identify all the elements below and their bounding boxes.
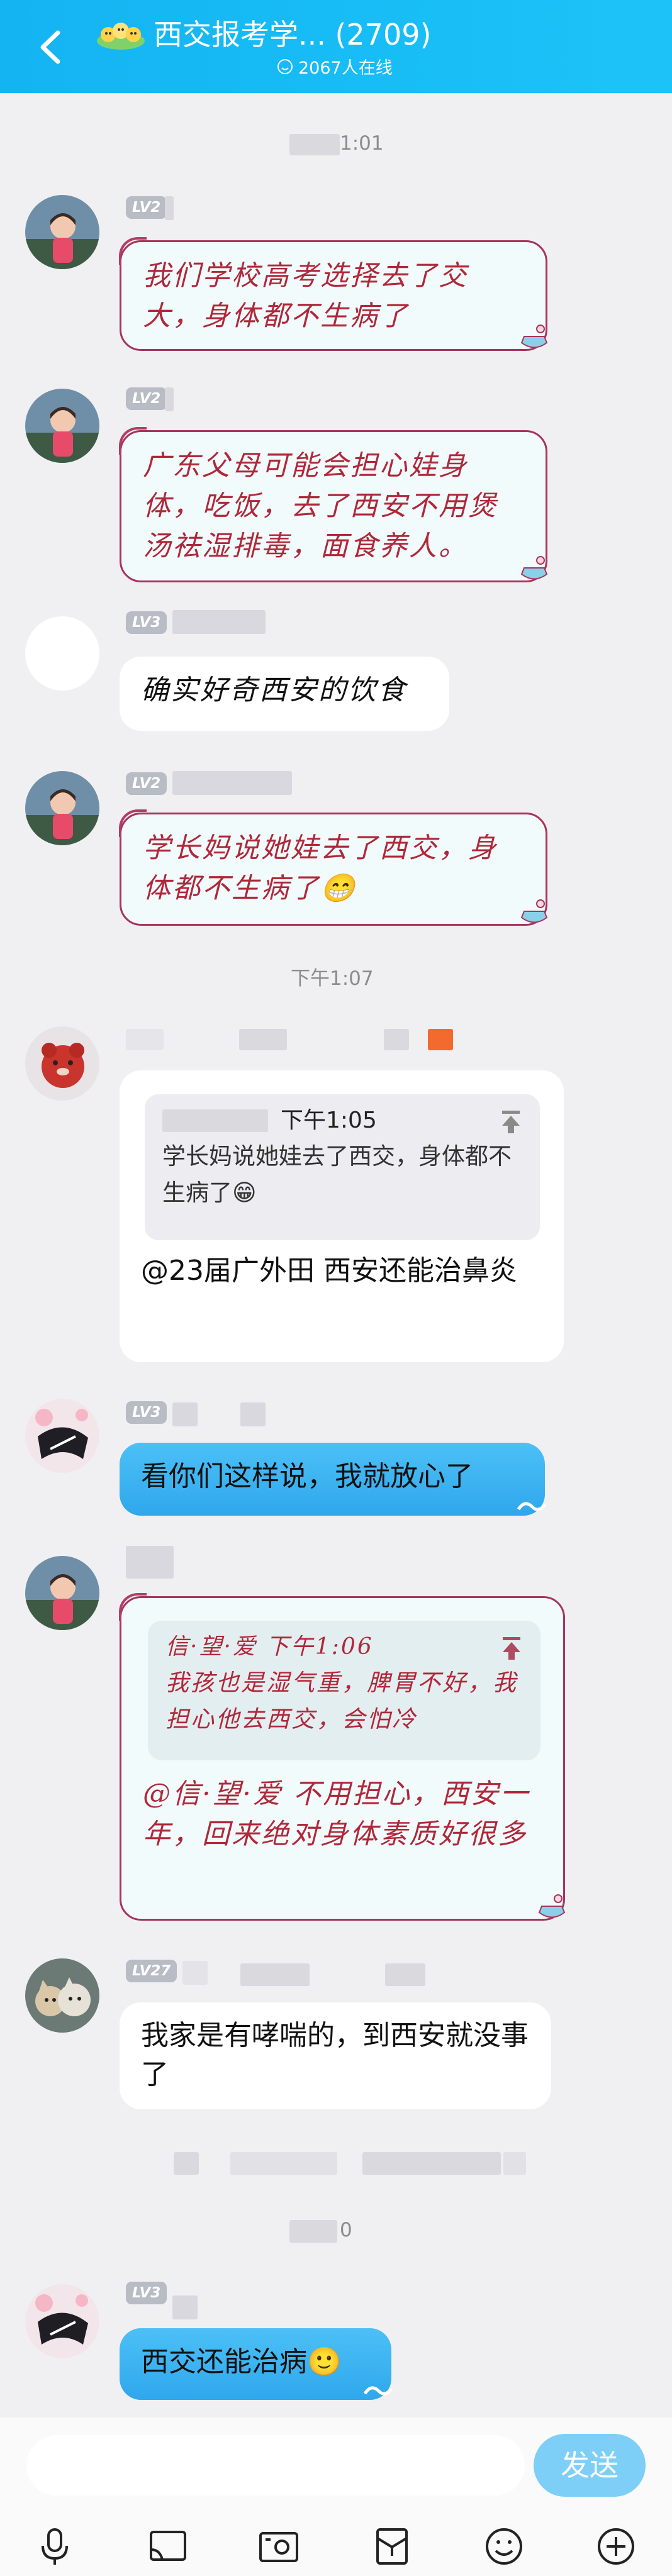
wave-decoration-icon: [517, 1502, 547, 1511]
online-status: 2067人在线: [277, 54, 393, 79]
message-bubble[interactable]: 学长妈说她娃去了西交，身体都不生病了😁: [119, 809, 548, 926]
message-bubble[interactable]: 看你们这样说，我就放心了: [120, 1443, 547, 1516]
avatar[interactable]: [25, 2284, 99, 2358]
group-emoji-icon: [97, 23, 145, 50]
avatar[interactable]: [25, 771, 99, 845]
message-bubble[interactable]: 信·望·爱 下午1:06 我孩也是湿气重，脾胃不好，我担心他去西交，会怕冷 @信…: [119, 1593, 566, 1921]
avatar[interactable]: [25, 1026, 99, 1101]
message-text: 学长妈说她娃去了西交，身体都不生病了😁: [143, 832, 498, 904]
avatar[interactable]: [25, 1556, 99, 1630]
group-title: 西交报考学... (2709): [154, 18, 432, 52]
chat-header: 西交报考学... (2709) 2067人在线: [0, 0, 672, 93]
jump-to-quote-icon[interactable]: [499, 1635, 524, 1662]
avatar-cats-image: [25, 1958, 99, 2033]
bubble-decoration-icon: [520, 899, 548, 923]
send-button[interactable]: 发送: [534, 2434, 646, 2497]
sender-name-blurred: [182, 1961, 208, 1985]
jump-to-quote-icon[interactable]: [498, 1108, 524, 1136]
avatar-girl-image: [25, 389, 99, 463]
message-text: @23届广外田 西安还能治鼻炎: [141, 1255, 517, 1287]
message-text: 西交还能治病🙂: [141, 2346, 342, 2378]
quote-time: 下午1:06: [266, 1634, 374, 1660]
plus-icon[interactable]: [594, 2524, 638, 2568]
level-badge: LV3: [126, 611, 167, 634]
level-badge: LV2: [126, 387, 167, 410]
timestamp: 0: [289, 2219, 352, 2243]
level-badge: LV3: [126, 1401, 167, 1424]
avatar-girl-image: [25, 771, 99, 845]
quote-author-blurred: [162, 1109, 268, 1132]
message-text: 广东父母可能会担心娃身体，吃饭，去了西安不用煲汤祛湿排毒，面食养人。: [143, 450, 498, 562]
level-badge: LV27: [126, 1960, 177, 1982]
quote-author: 信·望·爱: [165, 1634, 257, 1660]
sender-name-blurred: [172, 2296, 198, 2319]
avatar[interactable]: [25, 1399, 99, 1473]
quote-text: 学长妈说她娃去了西交，身体都不生病了😁: [162, 1143, 512, 1206]
message-bubble[interactable]: 确实好奇西安的饮食: [120, 657, 449, 731]
message-text: @信·望·爱 不用担心，西安一年，回来绝对身体素质好很多: [143, 1778, 530, 1850]
photo-icon[interactable]: [257, 2524, 301, 2568]
sender-name-blurred: [172, 771, 292, 795]
emoji-icon[interactable]: [482, 2524, 526, 2568]
screen-icon[interactable]: [146, 2524, 190, 2568]
message-text: 确实好奇西安的饮食: [141, 674, 407, 706]
sender-name-blurred: [165, 387, 174, 411]
sender-name-blurred: [126, 1546, 174, 1579]
online-smile-icon: [277, 58, 293, 74]
quote-time: 下午1:05: [281, 1108, 377, 1133]
quote-text: 我孩也是湿气重，脾胃不好，我担心他去西交，会怕冷: [165, 1669, 518, 1733]
message-bubble[interactable]: 我家是有哮喘的，到西安就没事了: [120, 2002, 551, 2109]
timestamp: 1:01: [289, 132, 384, 155]
red-packet-icon[interactable]: [370, 2524, 414, 2568]
back-arrow-icon[interactable]: [33, 25, 70, 69]
timestamp: 下午1:07: [291, 967, 374, 990]
message-text: 看你们这样说，我就放心了: [141, 1460, 473, 1492]
wave-decoration-icon: [363, 2386, 393, 2396]
avatar[interactable]: [25, 195, 99, 269]
message-bubble[interactable]: 西交还能治病🙂: [120, 2328, 393, 2400]
avatar[interactable]: [25, 389, 99, 463]
online-count: 2067人在线: [298, 58, 393, 78]
avatar-plush-image: [25, 1026, 99, 1101]
sender-name-blurred: [172, 610, 266, 634]
bubble-decoration-icon: [520, 556, 548, 580]
message-text: 我家是有哮喘的，到西安就没事了: [141, 2019, 529, 2090]
level-badge: LV3: [126, 2282, 167, 2304]
sender-name-blurred: [126, 1029, 453, 1053]
avatar-girl-image: [25, 1556, 99, 1630]
message-text: 我们学校高考选择去了交大，身体都不生病了: [143, 260, 468, 332]
group-title-row[interactable]: 西交报考学... (2709): [94, 13, 431, 57]
bubble-decoration-icon: [520, 325, 548, 348]
level-badge: LV2: [126, 772, 167, 795]
level-badge: LV2: [126, 196, 167, 219]
system-notice-blurred: [174, 2152, 526, 2176]
message-input[interactable]: [26, 2435, 525, 2496]
avatar-anime-image: [25, 1399, 99, 1473]
sender-name-blurred: [165, 196, 174, 220]
message-bubble[interactable]: 广东父母可能会担心娃身体，吃饭，去了西安不用煲汤祛湿排毒，面食养人。: [119, 427, 548, 582]
avatar-anime-image: [25, 2284, 99, 2358]
message-bubble[interactable]: 我们学校高考选择去了交大，身体都不生病了: [119, 237, 548, 351]
avatar[interactable]: [25, 616, 99, 691]
avatar[interactable]: [25, 1958, 99, 2033]
bubble-decoration-icon: [538, 1894, 566, 1918]
quoted-message[interactable]: 下午1:05 学长妈说她娃去了西交，身体都不生病了😁: [145, 1094, 540, 1240]
input-area: 发送: [0, 2418, 672, 2576]
sender-name-blurred: [172, 1402, 198, 1426]
microphone-icon[interactable]: [33, 2524, 77, 2568]
avatar-girl-image: [25, 195, 99, 269]
message-bubble[interactable]: 下午1:05 学长妈说她娃去了西交，身体都不生病了😁 @23届广外田 西安还能治…: [120, 1070, 564, 1362]
quoted-message[interactable]: 信·望·爱 下午1:06 我孩也是湿气重，脾胃不好，我担心他去西交，会怕冷: [148, 1621, 540, 1760]
